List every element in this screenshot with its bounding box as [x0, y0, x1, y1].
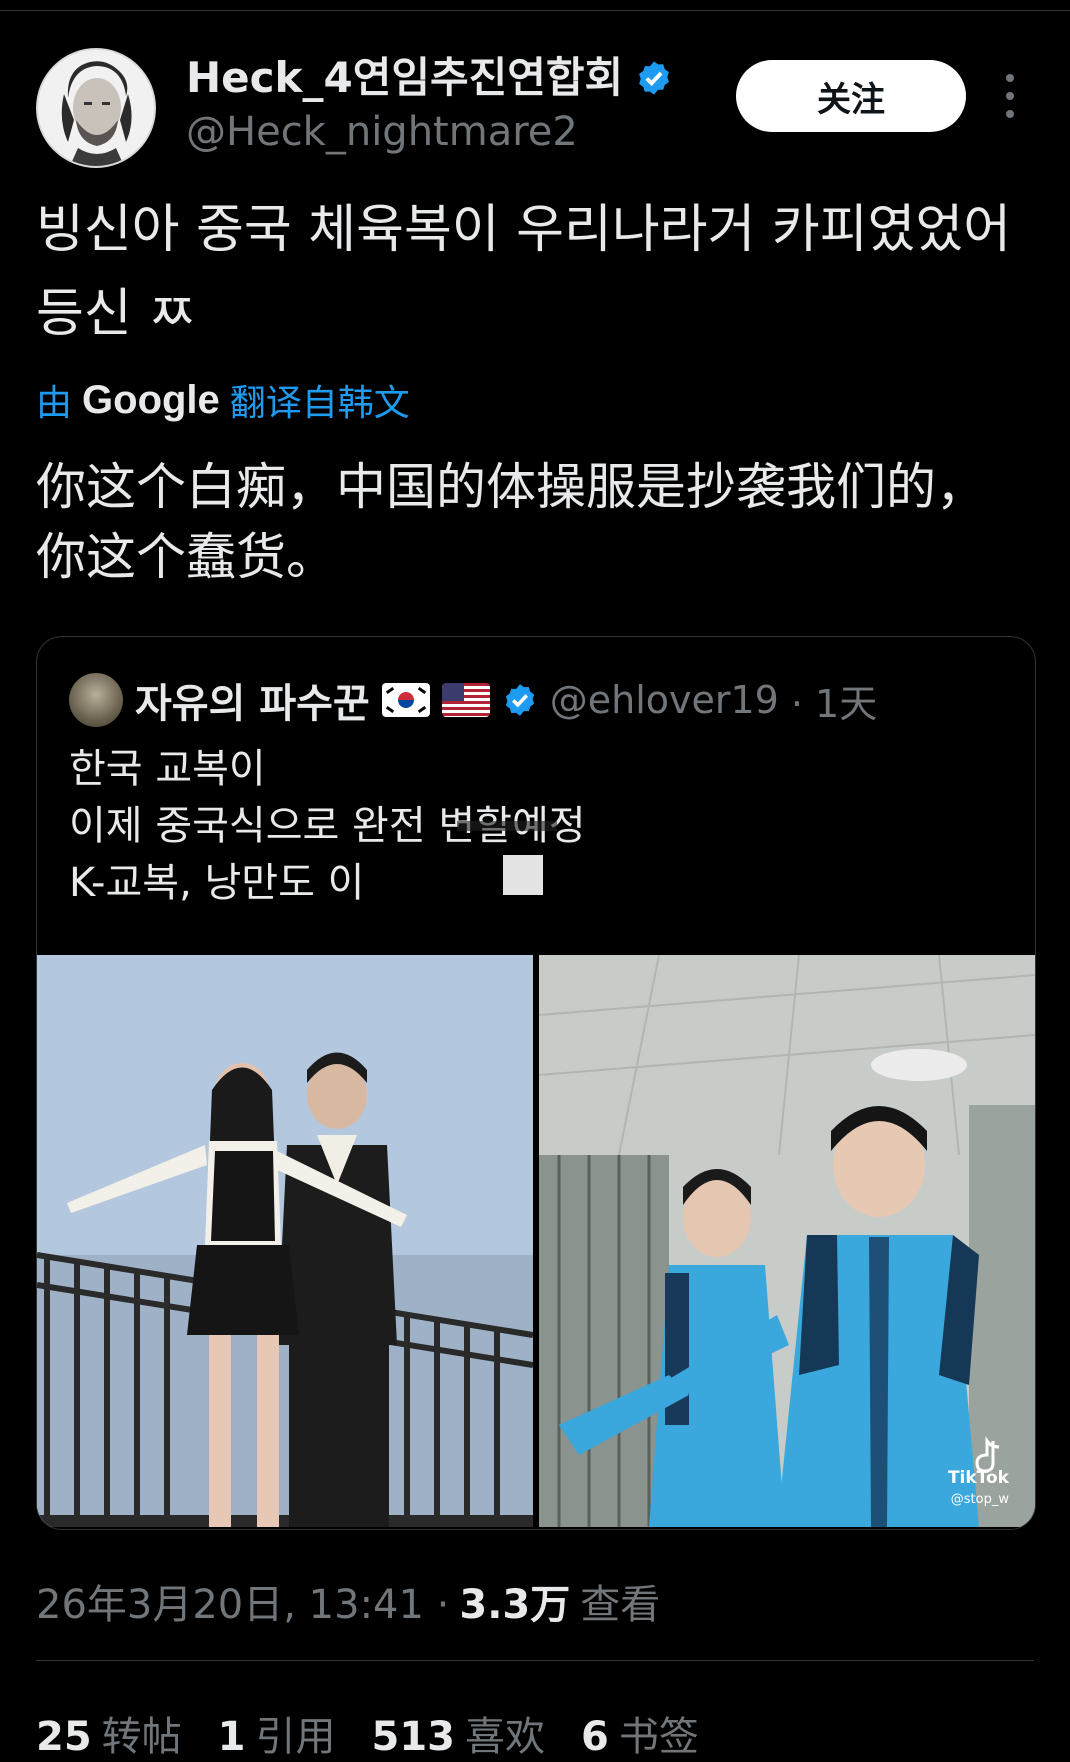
tweet-header: Heck_4연임추진연합회 @Heck_nightmare2 关注	[36, 48, 1036, 168]
tweet-timestamp[interactable]: 26年3月20日, 13:41 ·	[36, 1572, 449, 1630]
quoted-tweet-card[interactable]: 자유의 파수꾼 @ehlover19 · 1天 한국 교복이 이제 중국식으로 …	[36, 636, 1036, 1530]
translated-text-line: 你这个白痴，中国的体操服是抄袭我们的，	[36, 458, 986, 516]
translation-attribution[interactable]: 由 Google 翻译自韩文	[36, 374, 410, 426]
views-label: 查看	[580, 1582, 661, 1628]
us-flag-icon	[441, 683, 490, 717]
tweet-meta: 26年3月20日, 13:41 · 3.3万 查看	[36, 1572, 660, 1630]
follow-button[interactable]: 关注	[736, 60, 966, 132]
tweet-text-line: 등신 ㅉ	[36, 284, 197, 344]
media-school-uniform-photo[interactable]	[37, 955, 533, 1527]
quoted-time: · 1天	[790, 681, 878, 726]
stat-label: 引用	[255, 1714, 336, 1760]
stat-label: 喜欢	[465, 1714, 546, 1760]
author-name-row[interactable]: Heck_4연임추진연합회	[186, 54, 673, 102]
redaction-smudge	[457, 821, 557, 831]
translation-label[interactable]: 翻译自韩文	[230, 374, 410, 426]
quoted-author-avatar[interactable]	[69, 673, 123, 727]
translated-text: 你这个白痴，中国的体操服是抄袭我们的， 你这个蠢货。	[36, 452, 1036, 592]
author-avatar[interactable]	[36, 48, 156, 168]
media-tracksuit-video[interactable]: TikTok @stop_w	[539, 955, 1035, 1527]
stat-likes[interactable]: 513 喜欢	[372, 1704, 546, 1762]
quoted-text-line: K-교복, 낭만도 이	[69, 860, 365, 906]
stat-bookmarks[interactable]: 6 书签	[581, 1704, 699, 1762]
google-logo: Google	[82, 377, 220, 422]
more-options-icon[interactable]	[1000, 74, 1020, 118]
top-divider	[0, 0, 1070, 11]
stat-number: 513	[371, 1714, 456, 1760]
views-count: 3.3万	[459, 1582, 571, 1628]
stat-quotes[interactable]: 1 引用	[218, 1704, 336, 1762]
quoted-author-handle[interactable]: @ehlover19	[550, 678, 779, 722]
verified-badge-icon	[639, 61, 670, 95]
stat-number: 6	[581, 1714, 609, 1760]
redaction-box	[503, 855, 543, 895]
tweet-text: 빙신아 중국 체육복이 우리나라거 카피였었어 등신 ㅉ	[36, 188, 1026, 356]
author-handle[interactable]: @Heck_nightmare2	[186, 106, 673, 158]
quoted-verified-badge-icon	[505, 684, 534, 716]
south-korea-flag-icon	[381, 683, 430, 717]
tiktok-watermark: TikTok	[948, 1468, 1010, 1488]
translated-text-line: 你这个蠢货。	[36, 528, 336, 586]
quoted-text-line: 한국 교복이	[69, 746, 266, 792]
author-info: Heck_4연임추진연합회 @Heck_nightmare2	[186, 54, 673, 158]
author-display-name[interactable]: Heck_4연임추진연합회	[186, 54, 623, 102]
quoted-tweet-header: 자유의 파수꾼 @ehlover19 · 1天	[69, 671, 877, 729]
stat-number: 25	[36, 1714, 92, 1760]
tracksuit-image: TikTok @stop_w	[539, 955, 1035, 1527]
stat-number: 1	[217, 1714, 246, 1760]
tweet-text-line: 빙신아 중국 체육복이 우리나라거 카피였었어	[36, 200, 1012, 260]
quoted-author-name[interactable]: 자유의 파수꾼	[135, 671, 370, 729]
translation-prefix: 由	[36, 383, 73, 424]
tweet-stats: 25 转帖 1 引用 513 喜欢 6 书签	[36, 1704, 699, 1762]
stat-label: 书签	[618, 1714, 699, 1760]
school-uniform-image	[37, 955, 533, 1527]
meta-divider	[36, 1660, 1034, 1661]
tiktok-watermark-sub: @stop_w	[951, 1492, 1010, 1507]
stat-label: 转帖	[101, 1714, 182, 1760]
avatar-portrait-image	[38, 50, 154, 166]
stat-reposts[interactable]: 25 转帖	[36, 1704, 182, 1762]
